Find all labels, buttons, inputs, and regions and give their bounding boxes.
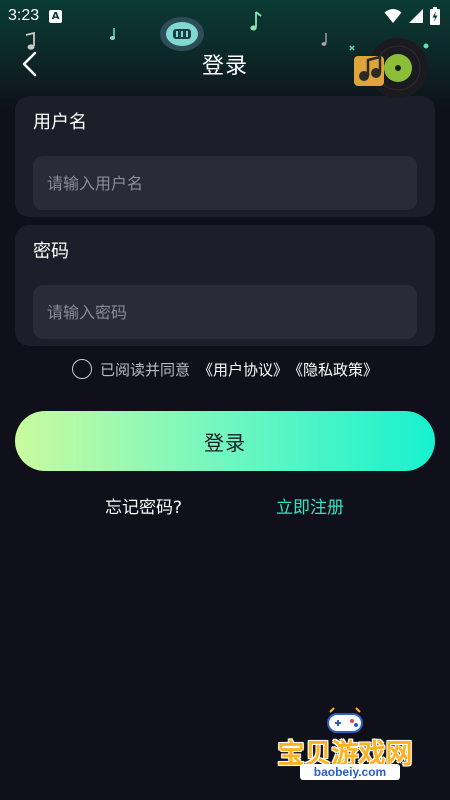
password-input[interactable] bbox=[33, 285, 417, 339]
password-card: 密码 bbox=[15, 225, 435, 346]
username-label: 用户名 bbox=[33, 112, 87, 133]
agreement-checkbox[interactable] bbox=[71, 359, 92, 379]
notification-app-icon: A bbox=[49, 9, 63, 23]
status-left: 3:23 A bbox=[8, 7, 63, 25]
login-button[interactable]: 登录 bbox=[15, 411, 435, 471]
wifi-icon bbox=[384, 9, 402, 23]
username-input[interactable] bbox=[33, 156, 417, 210]
login-screen: 3:23 A 登录 用户名 请输入用户名 密码 已阅读并同意 《用户协议》 《隐… bbox=[0, 0, 450, 800]
signal-icon bbox=[409, 9, 423, 23]
forgot-password-link[interactable]: 忘记密码? bbox=[105, 493, 182, 518]
status-right bbox=[384, 7, 440, 25]
status-time: 3:23 bbox=[8, 7, 40, 24]
battery-icon bbox=[430, 7, 440, 25]
chevron-left-icon bbox=[22, 51, 37, 77]
register-link[interactable]: 立即注册 bbox=[276, 493, 344, 518]
username-card: 用户名 bbox=[15, 96, 435, 217]
agreement-row: 已阅读并同意 《用户协议》 《隐私政策》 bbox=[0, 356, 450, 382]
user-agreement-link[interactable]: 《用户协议》 bbox=[198, 359, 288, 380]
nav-bar: 登录 bbox=[0, 38, 450, 90]
watermark-logo: 宝贝游戏网 baobeiy.com bbox=[270, 706, 430, 796]
watermark-subtitle: baobeiy.com bbox=[300, 764, 400, 780]
agreement-prefix: 已阅读并同意 bbox=[99, 360, 190, 379]
page-title: 登录 bbox=[201, 54, 248, 79]
password-label: 密码 bbox=[33, 241, 69, 262]
back-button[interactable] bbox=[14, 48, 46, 80]
status-bar: 3:23 A bbox=[0, 0, 450, 32]
privacy-policy-link[interactable]: 《隐私政策》 bbox=[288, 359, 378, 380]
